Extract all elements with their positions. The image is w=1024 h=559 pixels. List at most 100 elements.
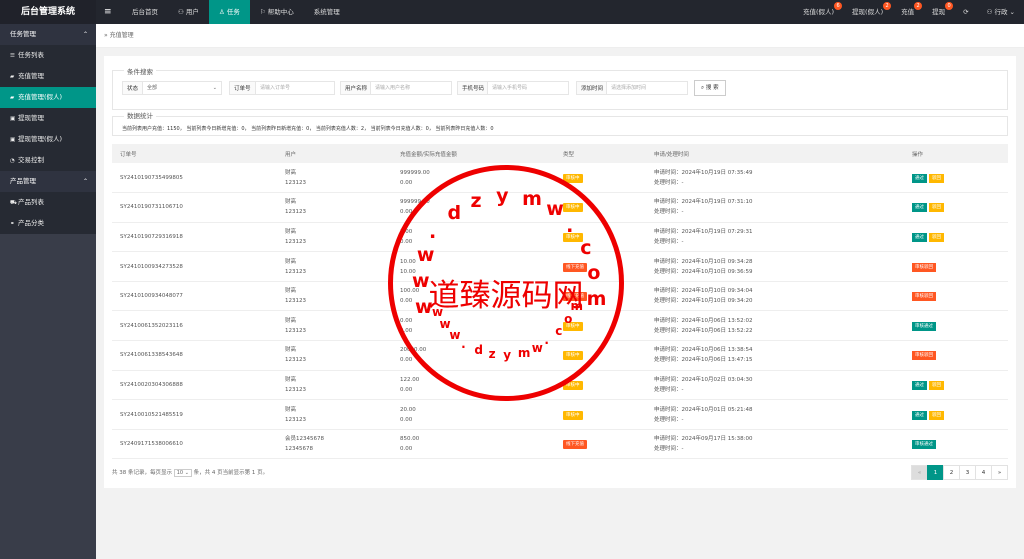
watermark-char: y [503, 347, 512, 362]
sidebar-group-products[interactable]: 产品管理 ⌃ [0, 171, 96, 192]
watermark-char: . [429, 220, 437, 243]
gauge-icon: ◔ [10, 158, 15, 164]
cell-actions: 审核通过 [904, 310, 1008, 342]
prev-page-button[interactable]: « [911, 465, 928, 480]
refresh-icon[interactable]: ⟳ [954, 0, 977, 24]
th-time: 申请/处理时间 [646, 144, 904, 163]
table-header-row: 订单号 用户 充值金额/实际充值金额 类型 申请/处理时间 操作 [112, 144, 1008, 163]
pager-info: 共 38 条记录，每页显示 10 ⌄ 条，共 4 页当前显示第 1 页。 [112, 469, 269, 477]
cell-actions: 通过 驳回 [904, 222, 1008, 253]
nav-withdraw[interactable]: 提现 0 [923, 0, 954, 24]
nav-tasks[interactable]: ♙ 任务 [208, 0, 250, 24]
cell-actions: 审核通过 [904, 429, 1008, 460]
watermark-char: c [580, 236, 592, 259]
cell-time: 申请时间：2024年10月01日 05:21:48 处理时间：- [646, 399, 904, 430]
stats-text: 当前列表用户充值：1150， 当前列表今日新增充值：0， 当前列表昨日新增充值：… [122, 126, 494, 132]
th-actions: 操作 [904, 144, 1008, 163]
watermark-char: d [447, 202, 462, 225]
phone-input[interactable]: 请输入手机号码 [487, 81, 569, 95]
watermark-char: . [461, 337, 466, 352]
sidebar-item-withdraw-fake[interactable]: ▣ 提现管理(假人) [0, 129, 96, 150]
table-row: SY2410010521485519 财高 123123 20.00 0.00 审核中 申请… [112, 399, 1008, 430]
th-type: 类型 [555, 144, 646, 163]
row-action-button[interactable]: 驳回 [929, 232, 944, 242]
cart-icon: ⛟ [10, 200, 17, 206]
cell-amount: 850.00 0.00 [392, 429, 555, 460]
nav-recharge-fake[interactable]: 充值(假人) 6 [794, 0, 843, 24]
nav-recharge[interactable]: 充值 2 [892, 0, 923, 24]
row-action-button[interactable]: 驳回 [929, 203, 944, 213]
order-input[interactable]: 请输入订单号 [255, 81, 335, 95]
watermark-char: m [586, 288, 607, 311]
sidebar-item-recharge-fake[interactable]: ▰ 充值管理(假人) [0, 87, 96, 108]
row-action-button[interactable]: 通过 [912, 410, 927, 420]
sidebar-item-trade-control[interactable]: ◔ 交易控制 [0, 150, 96, 171]
sidebar-item-recharge[interactable]: ▰ 充值管理 [0, 66, 96, 87]
sidebar-item-product-category[interactable]: ⚭ 产品分类 [0, 213, 96, 234]
nav-users[interactable]: ⚇ 用户 [168, 0, 209, 24]
watermark-char: w [546, 198, 564, 221]
row-action-button[interactable]: 审核驳回 [912, 262, 936, 272]
watermark-char: c [555, 323, 563, 338]
page-button[interactable]: 2 [943, 465, 960, 480]
cell-order: SY2410190729316918 [112, 222, 277, 253]
top-nav: 后台首页 ⚇ 用户 ♙ 任务 ⚐ 帮助中心 系统管理 [122, 0, 350, 24]
cell-time: 申请时间：2024年10月19日 07:31:10 处理时间：- [646, 192, 904, 223]
next-page-button[interactable]: » [991, 465, 1008, 480]
cell-time: 申请时间：2024年10月19日 07:29:31 处理时间：- [646, 222, 904, 253]
user-icon: ⚇ [178, 8, 186, 16]
sidebar-item-task-list[interactable]: ☰ 任务列表 [0, 45, 96, 66]
cell-user: 财高 123123 [277, 340, 392, 371]
watermark-char: z [488, 347, 496, 362]
row-action-button[interactable]: 驳回 [929, 173, 944, 183]
row-action-button[interactable]: 审核驳回 [912, 292, 936, 302]
cell-order: SY2410190731106710 [112, 192, 277, 223]
status-select[interactable]: 全部 ⌄ [142, 81, 222, 95]
row-action-button[interactable]: 通过 [912, 232, 927, 242]
watermark-char: z [470, 190, 482, 213]
row-action-button[interactable]: 驳回 [929, 410, 944, 420]
watermark-stamp: 道臻源码网 www.dzymw.comwww.dzymw.com [388, 165, 624, 401]
row-action-button[interactable]: 审核驳回 [912, 351, 936, 361]
watermark-char: o [564, 311, 573, 326]
row-action-button[interactable]: 通过 [912, 203, 927, 213]
card-icon: ▣ [10, 137, 16, 143]
menu-icon[interactable]: ≡ [104, 0, 112, 24]
chat-icon: ▰ [10, 74, 15, 80]
cell-actions: 通过 驳回 [904, 192, 1008, 223]
nav-help[interactable]: ⚐ 帮助中心 [250, 0, 304, 24]
nav-user-menu[interactable]: ⚇ 行政 ⌄ [978, 0, 1024, 24]
cell-time: 申请时间：2024年10月06日 13:38:54 处理时间：2024年10月06… [646, 340, 904, 371]
time-input[interactable]: 请选择添加时间 [606, 81, 688, 95]
row-action-button[interactable]: 通过 [912, 380, 927, 390]
table-row: SY2409171538006610 会员12345678 12345678 850.… [112, 429, 1008, 460]
cell-actions: 通过 驳回 [904, 399, 1008, 430]
nav-home[interactable]: 后台首页 [122, 0, 168, 24]
name-input[interactable]: 请输入用户名称 [370, 81, 452, 95]
cell-order: SY2410061352023116 [112, 310, 277, 342]
cell-time: 申请时间：2024年10月02日 03:04:30 处理时间：- [646, 370, 904, 401]
page-button[interactable]: 1 [927, 465, 944, 480]
watermark-char: w [412, 269, 430, 292]
cell-user: 财高 123123 [277, 370, 392, 401]
row-action-button[interactable]: 驳回 [929, 380, 944, 390]
order-label: 订单号 [229, 81, 256, 95]
cell-actions: 审核驳回 [904, 251, 1008, 282]
sidebar-item-withdraw[interactable]: ▣ 提现管理 [0, 108, 96, 129]
page-button[interactable]: 3 [959, 465, 976, 480]
page-size-select[interactable]: 10 ⌄ [173, 469, 192, 477]
page-button[interactable]: 4 [975, 465, 992, 480]
brand-title: 后台管理系统 [0, 0, 96, 24]
row-action-button[interactable]: 审核通过 [912, 440, 936, 450]
sidebar-item-product-list[interactable]: ⛟产品列表 [0, 192, 96, 213]
nav-system[interactable]: 系统管理 [304, 0, 350, 24]
sidebar: 任务管理 ⌃ ☰ 任务列表 ▰ 充值管理 ▰ 充值管理(假人) ▣ 提现管理 ▣ 提现管理(… [0, 24, 96, 559]
nav-withdraw-fake[interactable]: 提现(假人) 2 [843, 0, 892, 24]
row-action-button[interactable]: 通过 [912, 173, 927, 183]
search-button[interactable]: ⌕ 搜 索 [694, 80, 726, 96]
cell-type: 审核中 [555, 399, 646, 430]
sidebar-group-tasks[interactable]: 任务管理 ⌃ [0, 24, 96, 45]
row-action-button[interactable]: 审核通过 [912, 321, 936, 331]
chevron-down-icon: ⌄ [212, 85, 217, 91]
cell-type: 线下充值 [555, 429, 646, 460]
